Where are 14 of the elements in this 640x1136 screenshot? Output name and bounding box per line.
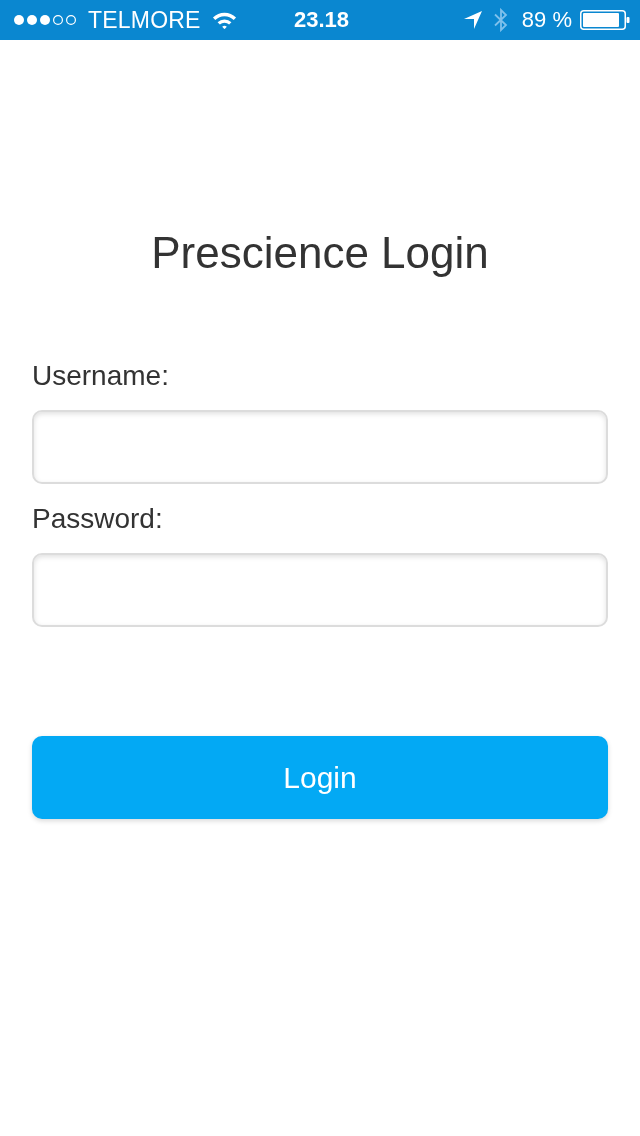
input-field[interactable]	[32, 410, 608, 484]
field-label: Password:	[32, 502, 163, 536]
battery-percentage: 89 %	[521, 6, 572, 34]
input-field[interactable]	[32, 553, 608, 627]
field-label: Username:	[32, 359, 169, 393]
clock-time: 23.18	[293, 6, 350, 34]
carrier-name: TELMORE	[88, 6, 201, 34]
location-arrow-icon	[463, 11, 482, 29]
bluetooth-icon	[493, 8, 508, 32]
login-button[interactable]: Login	[32, 736, 608, 819]
battery-icon	[580, 10, 630, 30]
wifi-icon	[211, 11, 237, 29]
page-title: Prescience Login	[150, 227, 490, 279]
signal-strength-icon	[13, 14, 79, 26]
